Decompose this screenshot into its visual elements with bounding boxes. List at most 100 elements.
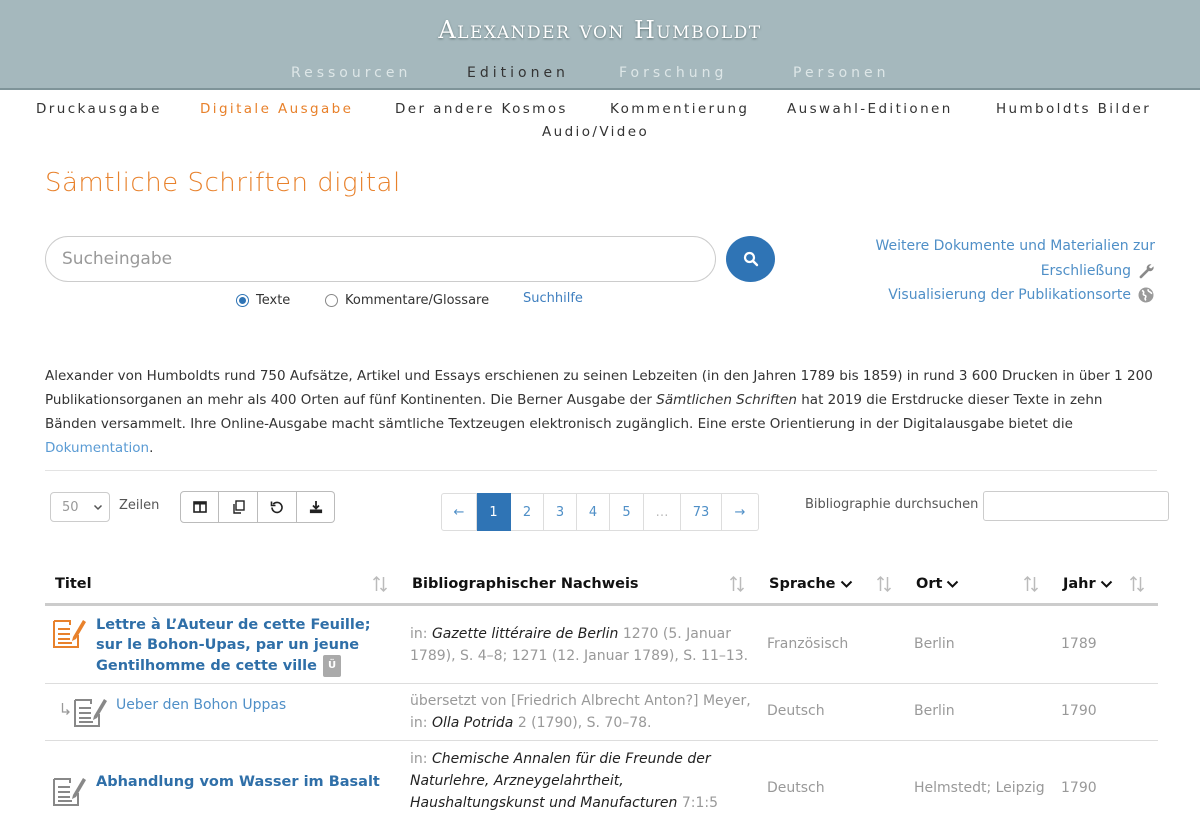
cite-source: Gazette littéraire de Berlin (431, 626, 619, 642)
sort-icon[interactable] (876, 575, 892, 593)
chevron-down-icon[interactable] (840, 579, 853, 589)
cite-prefix: in: (410, 751, 432, 767)
col-titel[interactable]: Titel (55, 576, 92, 592)
intro-text: Alexander von Humboldts rund 750 Aufsätz… (45, 364, 1157, 460)
docs-link-line1[interactable]: Weitere Dokumente und Materialien zur (876, 238, 1155, 254)
cite-source: Chemische Annalen für die Freunde der Na… (410, 751, 711, 811)
table-tools (180, 491, 335, 523)
row-sprache: Deutsch (767, 780, 825, 796)
page-ellipsis: … (644, 493, 681, 531)
document-edit-icon (53, 778, 86, 806)
radio-kommentare-button[interactable] (325, 293, 338, 307)
rows-per-page-select[interactable]: 50 (50, 492, 110, 522)
radio-kommentare-label: Kommentare/Glossare (345, 292, 490, 308)
chevron-down-icon[interactable] (1100, 579, 1113, 589)
row-citation: übersetzt von [Friedrich Albrecht Anton?… (410, 690, 760, 734)
row-citation: in: Gazette littéraire de Berlin 1270 (5… (410, 623, 760, 667)
document-edit-icon (53, 620, 86, 648)
row-jahr: 1790 (1061, 703, 1097, 719)
viz-link-label[interactable]: Visualisierung der Publikationsorte (888, 287, 1131, 303)
chevron-down-icon (93, 504, 103, 511)
viz-link[interactable]: Visualisierung der Publikationsorte (888, 286, 1155, 304)
page-next[interactable]: → (722, 493, 759, 531)
wrench-icon (1139, 264, 1154, 279)
download-icon (309, 501, 322, 514)
nav-ressourcen[interactable]: Ressourcen (291, 65, 411, 81)
table-row: Abhandlung vom Wasser im Basalt in: Chem… (45, 741, 1158, 811)
table-row: Lettre à L’Auteur de cette Feuille; sur … (45, 607, 1158, 684)
radio-texte-button[interactable] (236, 293, 249, 307)
page-73[interactable]: 73 (681, 493, 722, 531)
cite-detail: 2 (1790), S. 70–78. (513, 715, 652, 731)
search-button[interactable] (726, 236, 775, 282)
sort-icon[interactable] (729, 575, 745, 593)
globe-icon (1138, 287, 1154, 303)
main-nav: Ressourcen Editionen Forschung Personen (0, 65, 1200, 85)
rows-label: Zeilen (119, 498, 160, 513)
row-citation: in: Chemische Annalen für die Freunde de… (410, 748, 760, 814)
col-nachweis[interactable]: Bibliographischer Nachweis (412, 576, 639, 592)
radio-kommentare[interactable]: Kommentare/Glossare (325, 291, 489, 309)
column-toggle-button[interactable] (180, 491, 219, 523)
bib-search-label: Bibliographie durchsuchen (805, 497, 979, 512)
row-title-link[interactable]: Lettre à L’Auteur de cette Feuille; sur … (96, 615, 386, 677)
pagination: ← 1 2 3 4 5 … 73 → (441, 493, 759, 531)
intro-part3: . (149, 440, 154, 456)
subnav-audio-video[interactable]: Audio/Video (542, 124, 649, 140)
columns-icon (192, 501, 207, 513)
subnav-der-andere-kosmos[interactable]: Der andere Kosmos (395, 101, 568, 117)
chevron-down-icon[interactable] (946, 579, 959, 589)
col-jahr-label: Jahr (1063, 576, 1096, 592)
divider (45, 470, 1157, 471)
row-sprache: Deutsch (767, 703, 825, 719)
nav-forschung[interactable]: Forschung (619, 65, 727, 81)
subnav-kommentierung[interactable]: Kommentierung (610, 101, 749, 117)
subnav-digitale-ausgabe[interactable]: Digitale Ausgabe (200, 101, 353, 117)
col-sprache[interactable]: Sprache (769, 576, 853, 592)
download-button[interactable] (297, 491, 335, 523)
nav-editionen[interactable]: Editionen (467, 65, 569, 81)
page-4[interactable]: 4 (577, 493, 610, 531)
page-5[interactable]: 5 (610, 493, 644, 531)
reset-icon (270, 501, 283, 514)
sort-icon[interactable] (1129, 575, 1145, 593)
row-ort: Helmstedt; Leipzig (914, 780, 1045, 796)
subnav-humboldts-bilder[interactable]: Humboldts Bilder (996, 101, 1151, 117)
reset-button[interactable] (258, 491, 297, 523)
cite-prefix: in: (410, 626, 432, 642)
col-ort[interactable]: Ort (916, 576, 959, 592)
search-input[interactable] (45, 236, 716, 282)
col-jahr[interactable]: Jahr (1063, 576, 1113, 592)
row-sprache: Französisch (767, 636, 849, 652)
rows-per-page-value: 50 (62, 499, 79, 515)
nav-personen[interactable]: Personen (793, 65, 890, 81)
page-1[interactable]: 1 (477, 493, 511, 531)
docs-link[interactable]: Erschließung (1041, 262, 1155, 280)
dokumentation-link[interactable]: Dokumentation (45, 440, 149, 456)
search-help-link[interactable]: Suchhilfe (523, 291, 583, 306)
page-prev[interactable]: ← (441, 493, 477, 531)
cite-source: Olla Potrida (431, 715, 514, 731)
site-header: Alexander von Humboldt Ressourcen Editio… (0, 0, 1200, 90)
intro-italic: Sämtlichen Schriften (656, 392, 797, 408)
table-row: Ueber den Bohon Uppas übersetzt von [Fri… (45, 684, 1158, 741)
col-sprache-label: Sprache (769, 576, 836, 592)
cite-detail: 7:1:5 (677, 795, 719, 811)
subnav-druckausgabe[interactable]: Druckausgabe (36, 101, 162, 117)
site-title[interactable]: Alexander von Humboldt (0, 16, 1200, 44)
document-edit-icon (74, 699, 107, 727)
sort-icon[interactable] (1023, 575, 1039, 593)
subnav-auswahl-editionen[interactable]: Auswahl-Editionen (787, 101, 953, 117)
page-3[interactable]: 3 (544, 493, 577, 531)
docs-link-line2[interactable]: Erschließung (1041, 263, 1131, 279)
row-jahr: 1789 (1061, 636, 1097, 652)
page-2[interactable]: 2 (511, 493, 544, 531)
copy-button[interactable] (219, 491, 258, 523)
radio-texte[interactable]: Texte (236, 291, 290, 309)
search-icon (743, 251, 758, 267)
bib-search-input[interactable] (983, 491, 1169, 521)
row-title[interactable]: Ueber den Bohon Uppas (116, 697, 286, 713)
sort-icon[interactable] (372, 575, 388, 593)
sub-entry-arrow-icon (61, 703, 70, 715)
row-title[interactable]: Abhandlung vom Wasser im Basalt (96, 772, 380, 792)
